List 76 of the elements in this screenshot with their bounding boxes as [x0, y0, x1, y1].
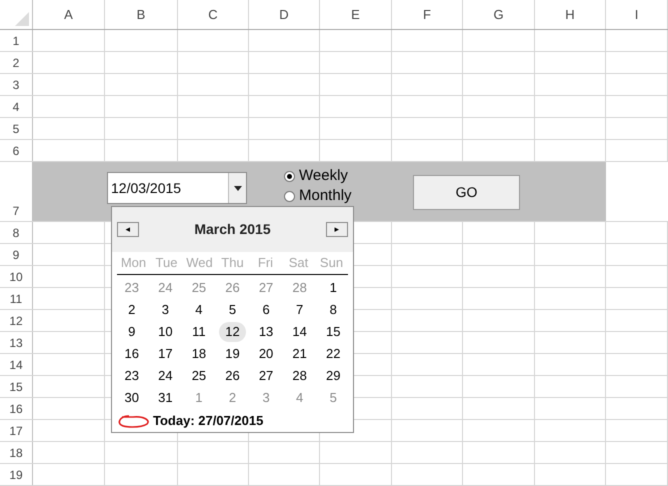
calendar-day[interactable]: 13 [252, 322, 280, 342]
calendar-day[interactable]: 20 [252, 344, 280, 364]
row-header: 10 [9, 269, 23, 286]
column-header: E [351, 6, 360, 24]
weekday-label: Tue [154, 254, 178, 272]
row-header: 19 [9, 467, 23, 484]
calendar-day[interactable]: 27 [252, 366, 280, 386]
calendar-day[interactable]: 22 [320, 344, 346, 364]
row-header: 5 [12, 121, 20, 138]
row-header: 6 [12, 143, 20, 160]
calendar-day[interactable]: 21 [286, 344, 313, 364]
calendar-day[interactable]: 18 [186, 344, 212, 364]
row-header: 16 [9, 401, 23, 418]
calendar-day[interactable]: 29 [320, 366, 346, 386]
previous-month-button[interactable]: ◂ [117, 222, 139, 237]
date-dropdown[interactable]: 12/03/2015 [107, 172, 247, 204]
calendar-day[interactable]: 23 [118, 366, 146, 386]
next-month-button[interactable]: ▸ [326, 222, 348, 237]
row-header: 17 [9, 423, 23, 440]
calendar-day[interactable]: 24 [152, 366, 179, 386]
column-header: B [136, 6, 146, 24]
calendar-day[interactable]: 15 [320, 322, 346, 342]
calendar-day[interactable]: 4 [189, 300, 209, 320]
row-header: 8 [12, 225, 20, 242]
radio-option[interactable]: Weekly [284, 165, 348, 188]
row-header: 7 [12, 203, 20, 220]
calendar-day[interactable]: 6 [256, 300, 276, 320]
calendar-day[interactable]: 30 [118, 388, 146, 408]
calendar-day[interactable]: 3 [156, 300, 175, 320]
column-header: G [493, 6, 504, 24]
calendar-day[interactable]: 14 [286, 322, 313, 342]
row-header: 1 [12, 33, 20, 50]
calendar-day[interactable]: 5 [222, 300, 242, 320]
row-header: 2 [12, 55, 20, 72]
row-header: 13 [9, 335, 23, 352]
row-header: 3 [12, 77, 20, 94]
row-header: 14 [9, 357, 23, 374]
month-title: March 2015 [194, 220, 271, 239]
calendar-day[interactable]: 2 [122, 300, 142, 320]
calendar-day[interactable]: 25 [186, 366, 212, 386]
go-button[interactable]: GO [413, 175, 520, 210]
row-header: 12 [9, 313, 23, 330]
weekday-label: Thu [220, 254, 245, 272]
calendar-day[interactable]: 9 [122, 322, 142, 342]
caret-icon [234, 186, 242, 190]
calendar-day[interactable]: 7 [290, 300, 310, 320]
weekday-label: Fri [256, 254, 274, 272]
column-header: C [208, 6, 218, 24]
column-header: A [64, 6, 73, 24]
weekday-label: Sat [288, 254, 310, 272]
column-header: I [634, 6, 638, 24]
weekday-label: Sun [318, 254, 344, 272]
calendar-day[interactable]: 12 [219, 322, 246, 342]
calendar-day[interactable]: 17 [152, 344, 179, 364]
row-header: 4 [12, 99, 20, 116]
row-header: 11 [10, 291, 22, 308]
calendar-day[interactable]: 31 [152, 388, 179, 408]
column-header: D [279, 6, 289, 24]
calendar-day[interactable]: 11 [186, 322, 212, 342]
row-header: 18 [9, 445, 23, 462]
weekday-label: Wed [185, 254, 214, 272]
radio-option[interactable]: Monthly [284, 185, 352, 208]
calendar-day[interactable]: 19 [219, 344, 246, 364]
row-header: 15 [9, 379, 23, 396]
column-header: H [565, 6, 575, 24]
calendar-day[interactable]: 28 [286, 366, 313, 386]
select-all-icon[interactable] [15, 12, 29, 26]
column-header: F [423, 6, 431, 24]
row-header: 9 [12, 247, 20, 264]
calendar-day[interactable]: 16 [118, 344, 146, 364]
calendar-day[interactable]: 26 [219, 366, 246, 386]
calendar-day[interactable]: 8 [324, 300, 343, 320]
calendar-day[interactable]: 1 [324, 278, 343, 298]
calendar-day[interactable]: 10 [152, 322, 179, 342]
today-link[interactable]: Today: 27/07/2015 [153, 411, 264, 430]
weekday-label: Mon [120, 254, 148, 272]
